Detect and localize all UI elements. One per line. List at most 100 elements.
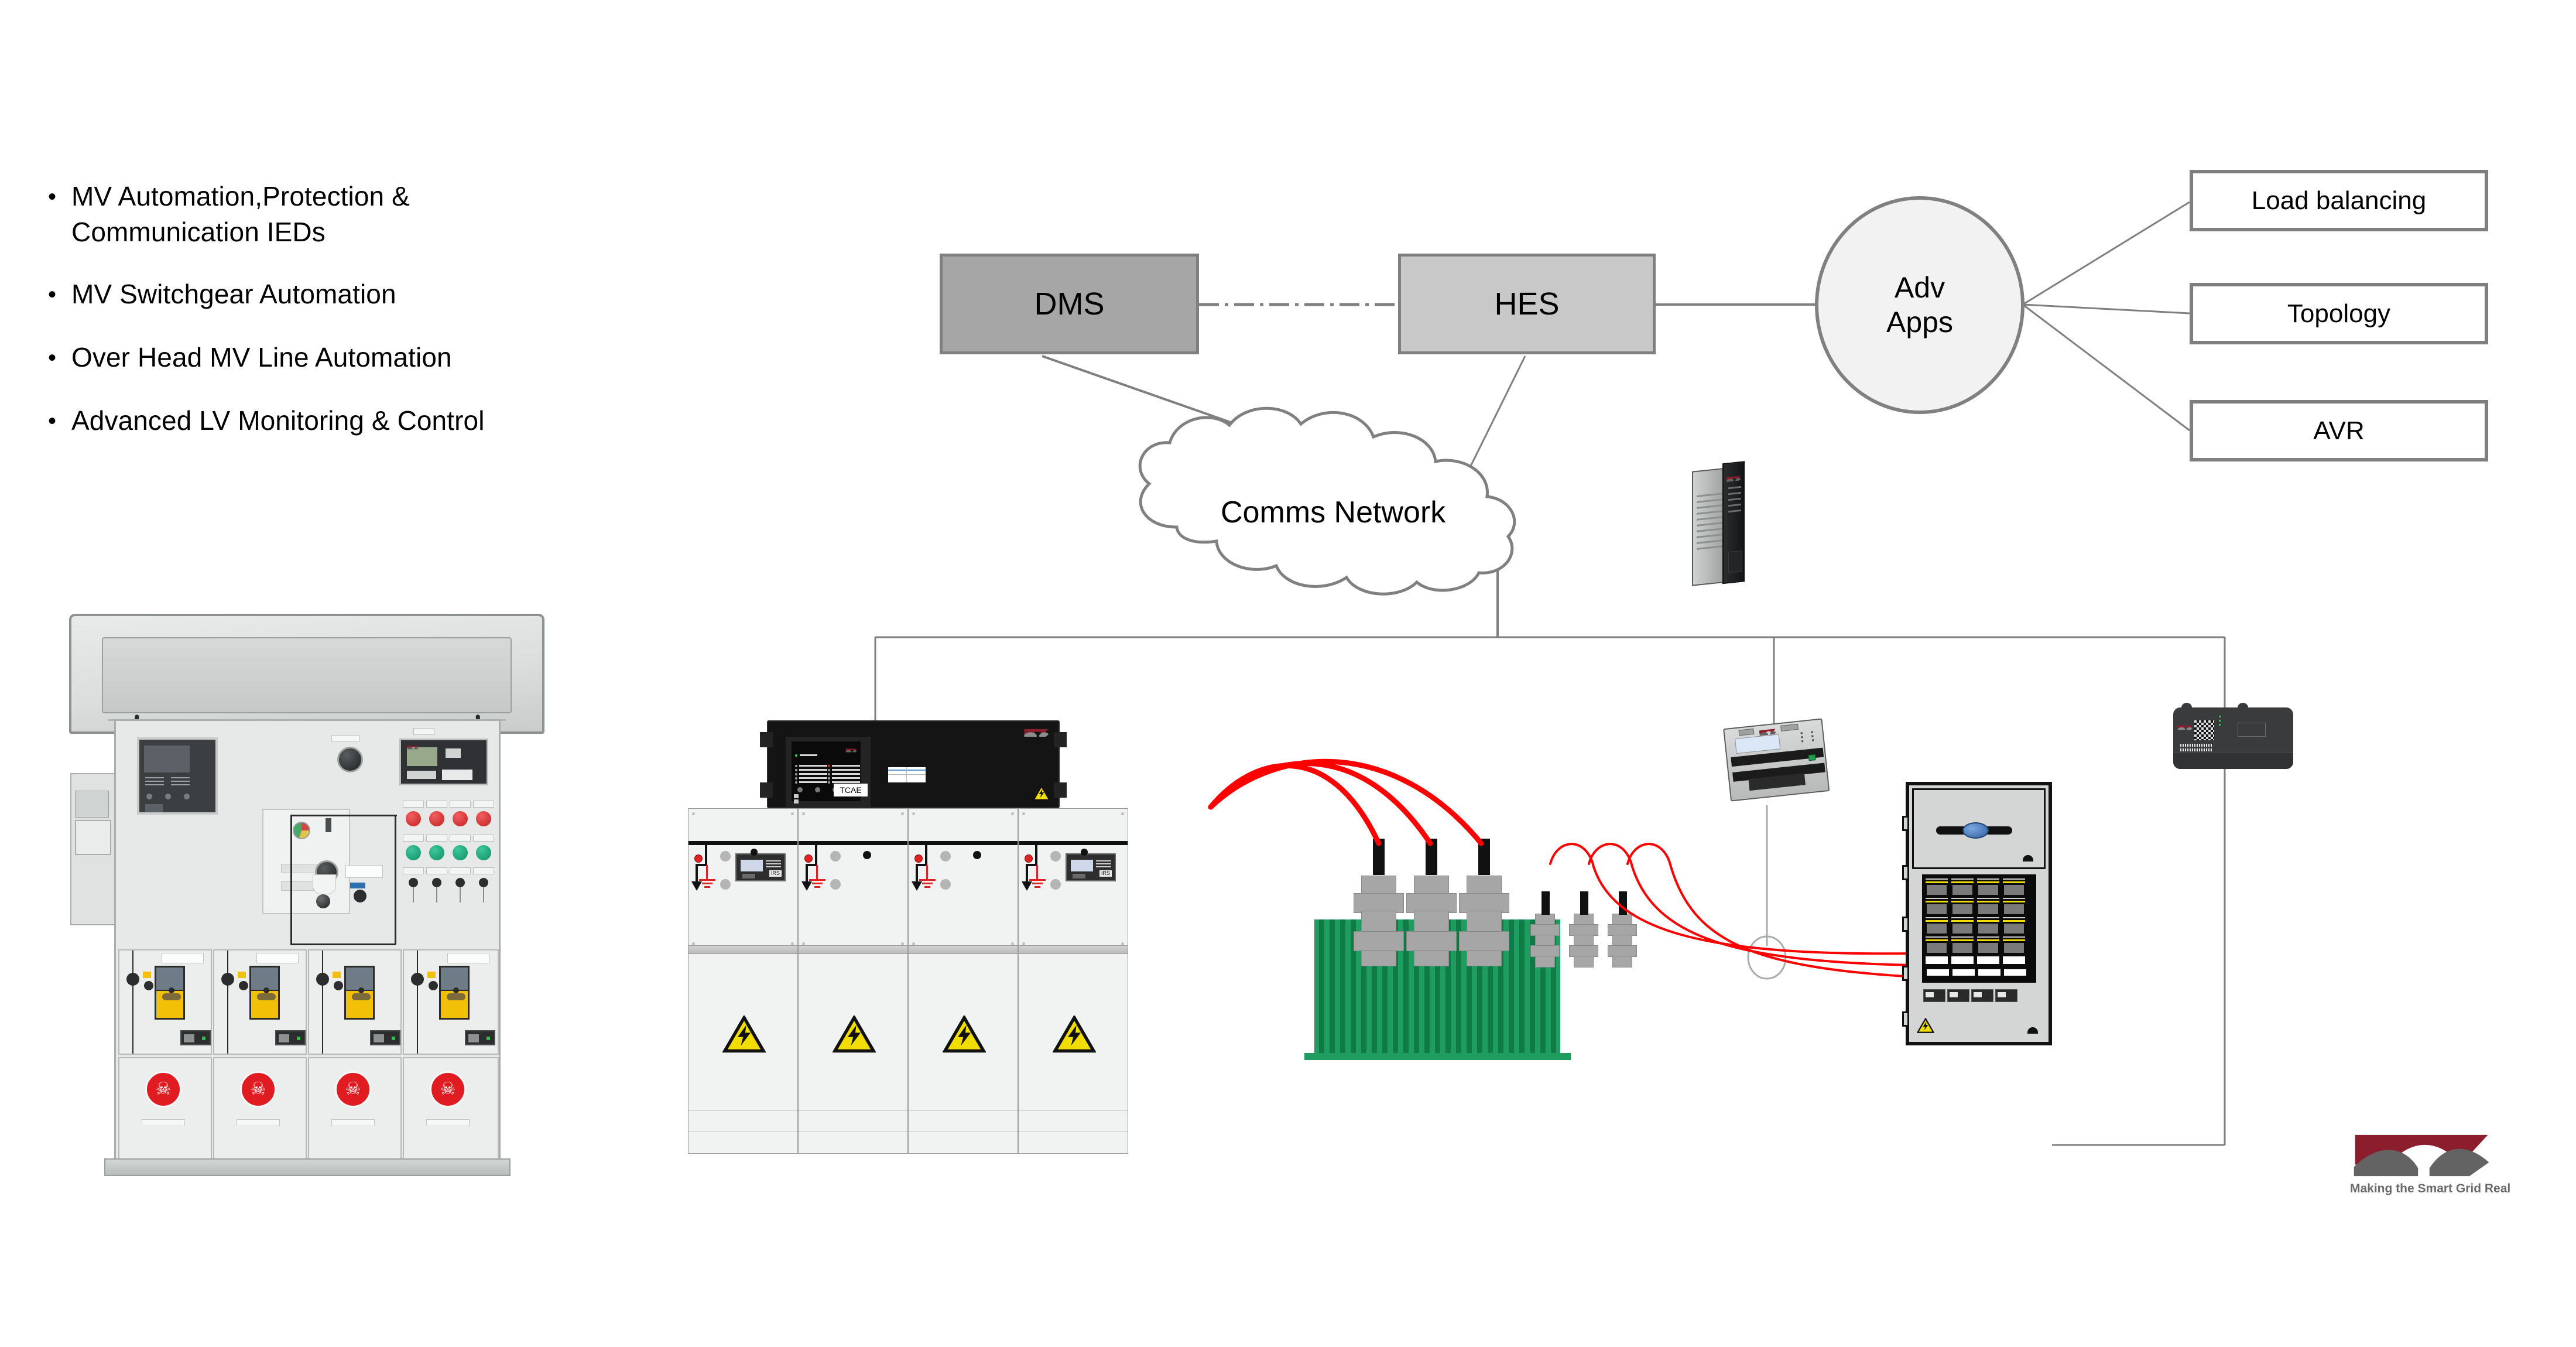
meter-nameplate	[2238, 723, 2266, 737]
cabinet-side-box	[75, 820, 111, 855]
status-lamp-red	[429, 811, 444, 826]
mv-panel-1[interactable]: IRS	[688, 808, 798, 1154]
dms-node[interactable]: DMS	[940, 254, 1199, 354]
ziv-tagline: Making the Smart Grid Real	[2350, 1182, 2511, 1195]
list-item: • MV Switchgear Automation	[35, 276, 808, 313]
mv-panel-2[interactable]	[798, 808, 908, 1154]
danger-high-voltage-label: ☠	[430, 1071, 466, 1107]
cabinet-body: ☠ ☠ ☠ ☠	[114, 719, 501, 1166]
earthing-switch-knob[interactable]	[354, 890, 366, 902]
bay-control-unit[interactable]	[399, 739, 488, 785]
switch-disconnector-handle[interactable]	[439, 966, 470, 1020]
app-box-avr[interactable]: AVR	[2190, 400, 2488, 461]
tcae-front-module[interactable]: TCAE	[786, 737, 871, 807]
lvp-main-switch-icon[interactable]	[1962, 822, 1989, 839]
ziv-mark-icon	[1726, 476, 1741, 482]
list-item: • Over Head MV Line Automation	[35, 340, 808, 376]
smart-meter-modem[interactable]	[2173, 703, 2293, 769]
ziv-brand-logo: Making the Smart Grid Real	[2348, 1130, 2510, 1196]
irs-protection-relay[interactable]: IRS	[735, 853, 786, 881]
gas-pressure-gauge-icon	[293, 822, 310, 839]
link-hes-cloud	[1462, 355, 1526, 481]
tcae-model-label: TCAE	[834, 784, 868, 796]
electrical-hazard-icon	[722, 1016, 766, 1053]
lvp-hinge	[1902, 1011, 1909, 1027]
list-item: • MV Automation,Protection & Communicati…	[35, 179, 808, 249]
test-point-knob[interactable]	[432, 878, 441, 887]
status-lamp-red	[476, 811, 491, 826]
door-handle[interactable]	[142, 1119, 185, 1126]
cloud-label: Comms Network	[1221, 495, 1446, 529]
panel-nameplate	[413, 728, 434, 735]
mechanism-cover	[313, 874, 336, 894]
ziv-wordmark-icon	[2354, 1134, 2489, 1177]
door-handle[interactable]	[237, 1119, 280, 1126]
selector-nameplate	[331, 735, 359, 742]
door-handle[interactable]	[426, 1119, 470, 1126]
switch-disconnector-handle[interactable]	[249, 966, 280, 1020]
irs-protection-relay[interactable]: IRS	[1066, 853, 1116, 881]
crank-socket-icon	[316, 894, 330, 908]
feeder-indicator-device[interactable]	[180, 1030, 211, 1045]
status-lamp-red	[406, 811, 421, 826]
bullet-marker-icon: •	[48, 184, 57, 210]
switch-disconnector-handle[interactable]	[155, 966, 185, 1020]
status-lamp-green	[453, 845, 468, 860]
lvp-hinge	[1902, 966, 1909, 981]
cabinet-lid	[69, 614, 544, 734]
lvp-hinge	[1902, 917, 1909, 932]
feature-bullet-list: • MV Automation,Protection & Communicati…	[35, 179, 808, 466]
meter-terminal-cover	[2173, 753, 2293, 769]
link-dms-cloud	[1042, 355, 1379, 476]
bullet-text: Advanced LV Monitoring & Control	[71, 405, 485, 436]
protection-relay-unit[interactable]	[137, 737, 218, 815]
danger-high-voltage-label: ☠	[335, 1071, 371, 1107]
mv-panel-4[interactable]: IRS	[1018, 808, 1128, 1154]
danger-high-voltage-label: ☠	[240, 1071, 276, 1107]
cabinet-lid-inner	[102, 637, 512, 713]
feeder-indicator-device[interactable]	[275, 1030, 306, 1045]
adv-apps-node[interactable]: Adv Apps	[1815, 196, 2025, 414]
switch-disconnector-handle[interactable]	[344, 966, 375, 1020]
meter-status-leds	[2219, 716, 2221, 726]
bay-nameplate	[162, 953, 204, 963]
lvp-hinge	[1902, 816, 1909, 831]
bay-nameplate	[256, 953, 299, 963]
qr-code-icon	[2194, 720, 2214, 740]
app-label: AVR	[2313, 416, 2365, 445]
app-box-load-balancing[interactable]: Load balancing	[2190, 170, 2488, 231]
lv-distribution-panel[interactable]	[1902, 782, 2052, 1045]
test-point-knob[interactable]	[455, 878, 465, 887]
transformer-base	[1304, 1053, 1571, 1060]
electrical-hazard-icon	[1053, 1016, 1096, 1053]
tcae-automation-unit[interactable]: TCAE	[760, 720, 1067, 808]
relay-display	[144, 746, 190, 772]
irs-model-label: IRS	[1099, 870, 1112, 877]
ziv-logo-icon	[845, 745, 857, 755]
app-box-topology[interactable]: Topology	[2190, 283, 2488, 344]
status-lamp-green	[429, 845, 444, 860]
adv-apps-label-line2: Apps	[1886, 306, 1953, 339]
hes-label: HES	[1494, 286, 1560, 322]
tcae-panel: TCAE	[792, 741, 868, 804]
ied-status-led	[1808, 754, 1816, 761]
hes-node[interactable]: HES	[1398, 254, 1656, 354]
lv-monitoring-ied[interactable]	[1723, 718, 1831, 810]
feeder-indicator-device[interactable]	[370, 1030, 400, 1045]
breaker-mode-selector[interactable]	[337, 747, 363, 772]
lvp-lock-icon	[2023, 855, 2033, 861]
test-point-knob[interactable]	[479, 878, 488, 887]
mv-panel-3[interactable]	[908, 808, 1018, 1154]
bullet-text: MV Switchgear Automation	[71, 279, 396, 310]
feeder-indicator-device[interactable]	[465, 1030, 495, 1045]
electrical-hazard-icon	[1033, 785, 1050, 801]
link-advapps-avr	[2022, 303, 2190, 432]
ied-connector-left	[1738, 728, 1755, 736]
barcode-icon	[2180, 748, 2213, 751]
test-point-knob[interactable]	[409, 878, 418, 887]
bullet-marker-icon: •	[48, 408, 57, 435]
barcode-icon	[2180, 744, 2213, 747]
status-lamp-red	[453, 811, 468, 826]
door-handle[interactable]	[331, 1119, 375, 1126]
ied-connector-right	[1780, 723, 1799, 731]
